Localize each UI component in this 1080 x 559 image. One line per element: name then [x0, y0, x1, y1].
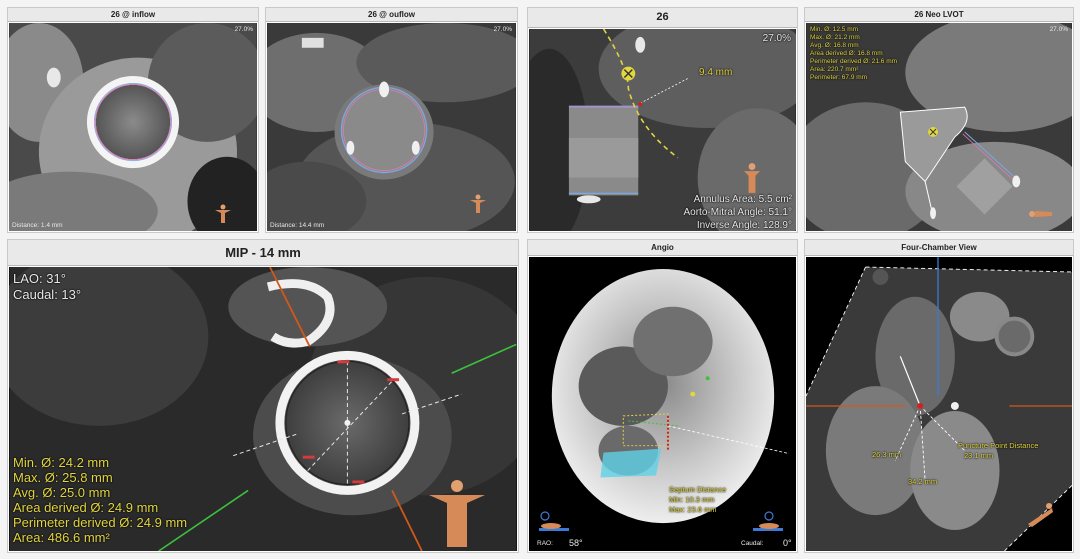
measurement-line: Max. Ø: 25.8 mm	[13, 470, 113, 485]
panel-title: Four-Chamber View	[805, 240, 1073, 256]
patient-table-icon	[539, 511, 569, 531]
panel-four-chamber[interactable]: Four-Chamber View 26.3 mm 34.2 mm Punctu…	[804, 239, 1074, 553]
measurement-line: Max. Ø: 21.2 mm	[810, 34, 860, 41]
measurement-line: Avg. Ø: 16.8 mm	[810, 42, 859, 49]
zoom-level: 27.0%	[762, 33, 791, 44]
caudal-angle: Caudal: 13°	[13, 287, 82, 302]
lao-angle: LAO: 31°	[13, 271, 66, 286]
panel-neo-lvot[interactable]: 26 Neo LVOT 27.0% Min. Ø: 12.5 mm Max. Ø:…	[804, 7, 1074, 233]
body-orientation-icon	[215, 204, 231, 223]
septum-distance-title: Septum Distance	[669, 485, 727, 494]
body-orientation-icon	[744, 163, 760, 193]
measurement-line: Area derived Ø: 24.9 mm	[13, 500, 159, 515]
distance-26-3: 26.3 mm	[872, 450, 902, 459]
inverse-angle: Inverse Angle: 128.9°	[696, 220, 792, 231]
panel-title: MIP - 14 mm	[8, 240, 518, 266]
panel-inflow[interactable]: 26 @ inflow 27.0% Distance: 1.4 mm	[7, 7, 259, 233]
fluoro-viewport[interactable]: Septum Distance Min: 10.3 mm Max: 23.6 m…	[529, 257, 796, 551]
ct-image	[9, 23, 257, 231]
ct-viewport[interactable]: 27.0% Distance: 14.4 mm	[267, 23, 516, 231]
rao-value: 58°	[569, 538, 583, 548]
ct-viewport[interactable]: 27.0% Min. Ø: 12.5 mm Max. Ø: 21.2 mm Avg.…	[806, 23, 1072, 231]
body-orientation-icon	[470, 194, 486, 213]
ct-viewport[interactable]: 27.0% Distance: 1.4 mm	[9, 23, 257, 231]
body-orientation-icon	[429, 480, 485, 547]
panel-angio[interactable]: Angio Septum Distance Min: 10.3 mm Max: …	[527, 239, 798, 553]
measurement-line: Area: 486.6 mm²	[13, 530, 110, 545]
ct-viewport[interactable]: 27.0% 9.4 mm Annulus Area: 5.5 cm² Aorto…	[529, 29, 796, 231]
body-orientation-icon	[1028, 503, 1053, 527]
caudal-label: Caudal:	[741, 540, 764, 547]
panel-title: Angio	[528, 240, 797, 256]
panel-annulus[interactable]: 26 27.0% 9.4 mm Annulus Area: 5.5 cm² Ao…	[527, 7, 798, 233]
distance-readout: Distance: 1.4 mm	[12, 222, 63, 229]
distance-34-2: 34.2 mm	[908, 477, 938, 486]
zoom-level: 27.0%	[234, 26, 253, 33]
septum-distance-max: Max: 23.6 mm	[669, 505, 717, 514]
measurement-line: Min. Ø: 24.2 mm	[13, 455, 110, 470]
distance-readout: Distance: 14.4 mm	[270, 222, 325, 229]
aorto-mitral-angle: Aorto-Mitral Angle: 51.1°	[683, 207, 793, 218]
measurement-line: Avg. Ø: 25.0 mm	[13, 485, 111, 500]
panel-title: 26 Neo LVOT	[805, 8, 1073, 22]
panel-outflow[interactable]: 26 @ ouflow 27.0% Distance: 14.4 mm	[265, 7, 518, 233]
panel-title: 26	[528, 8, 797, 28]
measurement-list: Min. Ø: 24.2 mm Max. Ø: 25.8 mm Avg. Ø: 25…	[13, 455, 187, 545]
measurement-line: Perimeter: 67.9 mm	[810, 74, 868, 81]
body-orientation-icon	[1029, 211, 1052, 217]
annulus-area: Annulus Area: 5.5 cm²	[693, 194, 792, 205]
puncture-point-label: Puncture Point Distance	[958, 441, 1039, 450]
measurement-line: Area: 220.7 mm²	[810, 66, 859, 73]
patient-table-icon	[753, 511, 783, 531]
measurement-line: Perimeter derived Ø: 21.6 mm	[810, 58, 898, 65]
puncture-point-value: 23.1 mm	[964, 451, 994, 460]
measurement-line: Perimeter derived Ø: 24.9 mm	[13, 515, 188, 530]
zoom-level: 27.0%	[493, 26, 512, 33]
septum-distance-min: Min: 10.3 mm	[669, 495, 715, 504]
ct-viewport[interactable]: LAO: 31° Caudal: 13° Min. Ø: 24.2 mm Max.…	[9, 267, 517, 551]
zoom-level: 27.0%	[1049, 26, 1068, 33]
panel-mip[interactable]: MIP - 14 mm LAO: 31° Caudal: 13° Min. Ø:…	[7, 239, 519, 553]
measurement-list: Min. Ø: 12.5 mm Max. Ø: 21.2 mm Avg. Ø: 16…	[810, 26, 897, 82]
rao-label: RAO:	[537, 540, 553, 547]
angio-image	[529, 257, 796, 551]
caudal-value: 0°	[783, 538, 792, 548]
panel-title: 26 @ inflow	[8, 8, 258, 22]
ct-viewport[interactable]: 26.3 mm 34.2 mm Puncture Point Distance …	[806, 257, 1072, 551]
measurement-line: Min. Ø: 12.5 mm	[810, 26, 859, 33]
measurement-line: Area derived Ø: 16.8 mm	[810, 50, 883, 57]
distance-label: 9.4 mm	[699, 67, 733, 78]
panel-title: 26 @ ouflow	[266, 8, 517, 22]
